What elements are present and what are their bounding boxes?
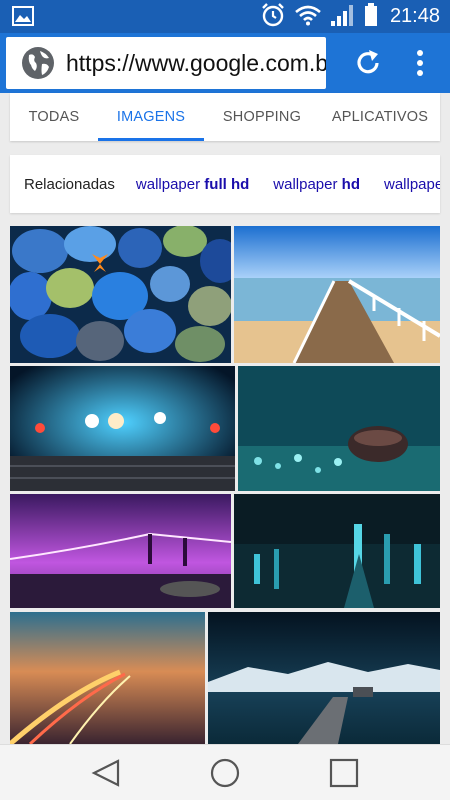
alarm-icon	[260, 2, 286, 32]
related-chip-hd[interactable]: wallpaper hd	[273, 176, 360, 193]
signal-icon	[330, 3, 356, 31]
menu-icon[interactable]	[410, 47, 430, 79]
related-chip-more[interactable]: wallpaper	[384, 176, 440, 193]
tab-todas[interactable]: TODAS	[10, 93, 98, 141]
related-searches: Relacionadas wallpaper full hd wallpaper…	[10, 155, 440, 213]
url-bar[interactable]: https://www.google.com.br	[6, 37, 326, 89]
browser-toolbar: https://www.google.com.br	[0, 33, 450, 93]
status-bar: 21:48	[0, 0, 450, 33]
related-label: Relacionadas	[24, 175, 115, 193]
back-icon[interactable]	[90, 757, 122, 789]
recents-icon[interactable]	[328, 757, 360, 789]
image-result-lake-pier-night[interactable]	[208, 612, 440, 744]
globe-icon	[22, 47, 54, 79]
wifi-icon	[294, 4, 322, 30]
search-tabs: TODAS IMAGENS SHOPPING APLICATIVOS	[10, 93, 440, 141]
image-result-coffee-bean[interactable]	[238, 366, 440, 491]
image-result-purple-bridge[interactable]	[10, 494, 231, 608]
tab-imagens[interactable]: IMAGENS	[98, 93, 204, 141]
system-nav-bar	[0, 744, 450, 800]
reload-icon[interactable]	[352, 47, 384, 79]
image-result-highway-lights[interactable]	[10, 612, 205, 744]
clock-time: 21:48	[389, 5, 440, 27]
home-icon[interactable]	[209, 757, 241, 789]
tab-shopping[interactable]: SHOPPING	[204, 93, 320, 141]
related-chip-full-hd[interactable]: wallpaper full hd	[136, 176, 249, 193]
picture-icon	[12, 6, 34, 30]
image-result-city-night[interactable]	[234, 494, 440, 608]
tab-aplicativos[interactable]: APLICATIVOS	[320, 93, 440, 141]
image-result-pebbles[interactable]	[10, 226, 231, 363]
image-result-pier[interactable]	[234, 226, 440, 363]
url-text: https://www.google.com.br	[66, 49, 326, 76]
battery-icon	[364, 2, 378, 31]
image-result-bokeh-table[interactable]	[10, 366, 235, 491]
